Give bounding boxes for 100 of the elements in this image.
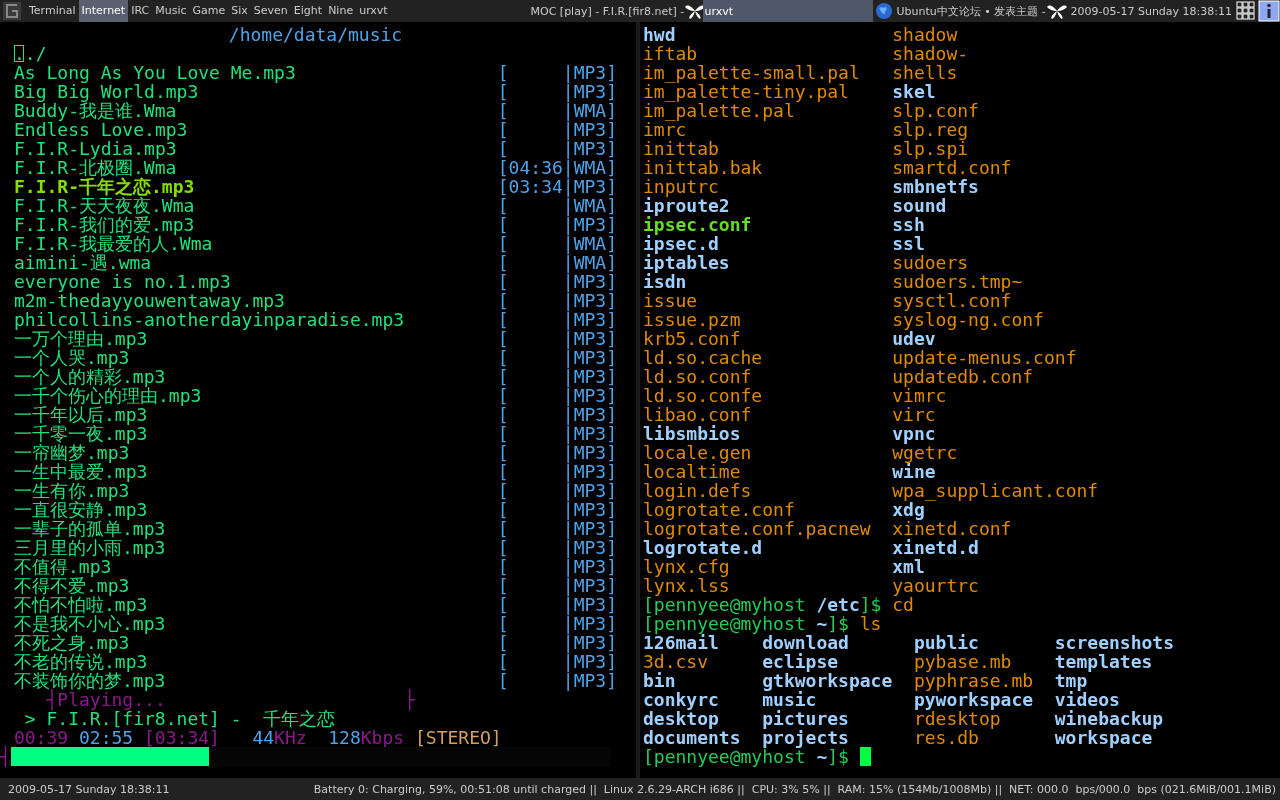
taskbar-window-button[interactable]: MOC [play] - F.I.R.[fir8.net] - (528, 0, 703, 22)
file-name: pybase.mb (913, 652, 1013, 671)
song-item[interactable]: As Long As You Love Me.mp3 (14, 63, 498, 82)
file-name: locale.gen (643, 443, 753, 462)
song-info: [ |MP3] (497, 671, 617, 690)
song-item[interactable]: 一辈子的孤单.mp3 (14, 519, 498, 538)
file-name: syslog-ng.conf (892, 310, 1044, 329)
song-item[interactable]: m2m-thedayyouwentaway.mp3 (14, 291, 498, 310)
song-item[interactable]: 不怕不怕啦.mp3 (14, 595, 498, 614)
file-name: ipsec.d (643, 234, 719, 253)
workspace-tab[interactable]: Game (189, 0, 229, 22)
song-item[interactable]: F.I.R-千年之恋.mp3 (14, 177, 498, 196)
workspace-tab[interactable]: Seven (250, 0, 291, 22)
file-name: update-menus.conf (892, 348, 1077, 367)
song-item[interactable]: 不值得.mp3 (14, 557, 498, 576)
file-name: inputrc (643, 177, 720, 196)
file-name: 3d.csv (643, 652, 710, 671)
song-item[interactable]: aimini-遇.wma (14, 253, 498, 272)
song-item[interactable]: 一万个理由.mp3 (14, 329, 498, 348)
song-item[interactable]: 不得不爱.mp3 (14, 576, 498, 595)
file-name: yaourtrc (892, 576, 979, 595)
song-item[interactable]: 不是我不小心.mp3 (14, 614, 498, 633)
file-name: isdn (643, 272, 687, 291)
file-name: shadow (892, 25, 958, 44)
song-item[interactable]: philcollins-anotherdayinparadise.mp3 (14, 310, 498, 329)
workspace-tab[interactable]: Six (228, 0, 251, 22)
song-item[interactable]: Endless Love.mp3 (14, 120, 498, 139)
channel-mode: [STEREO] (414, 728, 502, 747)
file-name: hwd (643, 25, 677, 44)
file-name: download (762, 633, 850, 652)
song-item[interactable]: 一千年以后.mp3 (14, 405, 498, 424)
file-name: xinetd.conf (892, 519, 1012, 538)
file-name: logrotate.conf (643, 500, 796, 519)
song-item[interactable]: everyone is no.1.mp3 (14, 272, 498, 291)
prompt-user-host: [pennyee@myhost (643, 747, 806, 766)
song-item[interactable]: 一个人哭.mp3 (14, 348, 498, 367)
file-name: lynx.cfg (643, 557, 730, 576)
file-name: ssl (892, 234, 925, 253)
file-name: projects (762, 728, 850, 747)
file-name: xdg (892, 500, 925, 519)
song-item[interactable]: F.I.R-北极圈.Wma (14, 158, 498, 177)
song-item[interactable]: 不装饰你的梦.mp3 (14, 671, 498, 690)
workspace-tab[interactable]: Eight (290, 0, 326, 22)
file-name: gtkworkspace (762, 671, 894, 690)
file-name: skel (892, 82, 936, 101)
workspace-tab[interactable]: urxvt (356, 0, 391, 22)
file-name: vimrc (892, 386, 947, 405)
file-name: desktop (643, 709, 720, 728)
prompt-directory: ~ (816, 747, 828, 766)
sample-rate-unit: KHz (274, 728, 307, 747)
file-name: conkyrc (643, 690, 720, 709)
song-item[interactable]: F.I.R-天天夜夜.Wma (14, 196, 498, 215)
file-name: krb5.conf (643, 329, 742, 348)
playback-status: Playing... (57, 690, 166, 709)
file-name: inittab (643, 139, 720, 158)
workspace-tab[interactable]: IRC (128, 0, 153, 22)
song-item[interactable]: 一千个伤心的理由.mp3 (14, 386, 498, 405)
song-item[interactable]: F.I.R-我们的爱.mp3 (14, 215, 498, 234)
bitrate: 128 (328, 728, 361, 747)
song-item[interactable]: Big Big World.mp3 (14, 82, 498, 101)
file-name: winebackup (1054, 709, 1164, 728)
grid-icon[interactable] (1236, 1, 1256, 21)
file-name: vpnc (892, 424, 936, 443)
song-item[interactable]: 不死之身.mp3 (14, 633, 498, 652)
file-name: screenshots (1054, 633, 1174, 652)
song-item[interactable]: 一帘幽梦.mp3 (14, 443, 498, 462)
remaining-time: 02:55 (79, 728, 134, 747)
file-name: iproute2 (643, 196, 731, 215)
workspace-tab[interactable]: Terminal (26, 0, 79, 22)
file-name: wine (892, 462, 936, 481)
song-item[interactable]: 一个人的精彩.mp3 (14, 367, 498, 386)
menu-logo-icon[interactable] (2, 1, 22, 21)
song-item[interactable]: F.I.R-我最爱的人.Wma (14, 234, 498, 253)
file-name: shadow- (892, 44, 969, 63)
file-name: ld.so.cache (643, 348, 764, 367)
file-name: xml (892, 557, 925, 576)
file-name: iptables (643, 253, 731, 272)
workspace-tab[interactable]: Music (152, 0, 190, 22)
frame-mark: ┤ (46, 690, 58, 709)
song-item[interactable]: 一直很安静.mp3 (14, 500, 498, 519)
song-item[interactable]: 一千零一夜.mp3 (14, 424, 498, 443)
taskbar-window-button[interactable]: Ubuntu中文论坛 • 发表主题 - (872, 0, 1067, 22)
file-name: eclipse (762, 652, 840, 671)
song-item[interactable]: 三月里的小雨.mp3 (14, 538, 498, 557)
workspace-tab[interactable]: Internet (78, 0, 129, 22)
song-item[interactable]: 一生中最爱.mp3 (14, 462, 498, 481)
song-item[interactable]: 一生有你.mp3 (14, 481, 498, 500)
workspace-tab[interactable]: Nine (325, 0, 357, 22)
taskbar-window-button[interactable]: urxvt (702, 0, 873, 22)
file-name: virc (892, 405, 936, 424)
globe-icon[interactable] (874, 2, 893, 20)
clock-text: 2009-05-17 Sunday 18:38:11 (1069, 4, 1233, 18)
command-text: ls (859, 614, 882, 633)
file-name: updatedb.conf (892, 367, 1034, 386)
song-item[interactable]: 不老的传说.mp3 (14, 652, 498, 671)
info-icon[interactable] (1258, 0, 1280, 22)
song-item[interactable]: F.I.R-Lydia.mp3 (14, 139, 498, 158)
file-name: issue (643, 291, 699, 310)
file-name: iftab (643, 44, 699, 63)
song-item[interactable]: Buddy-我是谁.Wma (14, 101, 498, 120)
